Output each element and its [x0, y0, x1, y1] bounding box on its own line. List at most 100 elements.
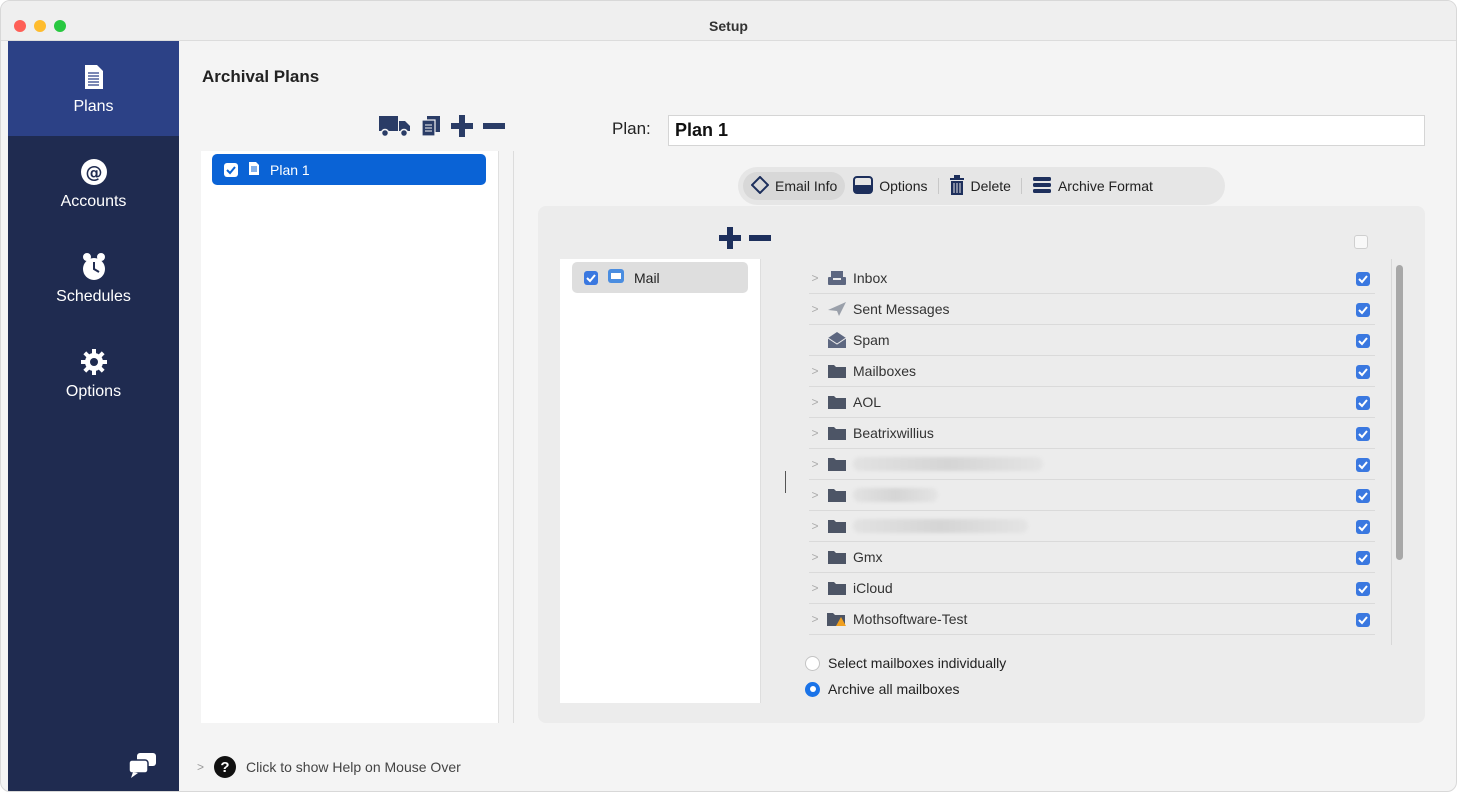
mailbox-checkbox[interactable]: [1356, 520, 1370, 534]
tab-email-info[interactable]: Email Info: [743, 172, 846, 200]
mailbox-row[interactable]: > Mailboxes: [809, 356, 1375, 387]
chevron-right-icon[interactable]: >: [809, 271, 821, 285]
tab-label: Delete: [970, 178, 1011, 194]
tab-separator: [1020, 178, 1022, 194]
mailbox-row[interactable]: > AOL: [809, 387, 1375, 418]
folder-icon: [827, 580, 847, 596]
radio-select-individually[interactable]: Select mailboxes individually: [805, 655, 1006, 671]
alarm-clock-icon: [79, 252, 109, 282]
account-checkbox[interactable]: [584, 270, 598, 285]
add-plan-button[interactable]: [451, 115, 473, 140]
mailbox-checkbox[interactable]: [1356, 396, 1370, 410]
stack-icon: [1032, 176, 1052, 197]
select-all-checkbox[interactable]: [1354, 235, 1368, 249]
split-handle[interactable]: [785, 471, 786, 493]
mailbox-label: Sent Messages: [853, 301, 950, 317]
mailbox-row[interactable]: Spam: [809, 325, 1375, 356]
mailbox-checkbox[interactable]: [1356, 365, 1370, 379]
chevron-right-icon[interactable]: >: [809, 364, 821, 378]
tab-archive-format[interactable]: Archive Format: [1024, 172, 1161, 200]
mailbox-row[interactable]: > Gmx: [809, 542, 1375, 573]
radio-button[interactable]: [805, 655, 820, 671]
trash-icon: [949, 174, 965, 198]
mailbox-checkbox[interactable]: [1356, 582, 1370, 596]
chevron-right-icon[interactable]: >: [809, 395, 821, 409]
sidebar-item-schedules[interactable]: Schedules: [8, 231, 179, 326]
mailbox-checkbox[interactable]: [1356, 427, 1370, 441]
redacted-mailbox-label: [853, 457, 1375, 471]
truck-icon[interactable]: [379, 115, 411, 140]
chevron-right-icon[interactable]: >: [809, 457, 821, 471]
sidebar: Plans @ Accounts Schedules Options: [8, 41, 179, 791]
mailbox-checkbox[interactable]: [1356, 551, 1370, 565]
mailbox-scrollbar[interactable]: [1391, 259, 1407, 645]
chevron-right-icon[interactable]: >: [809, 519, 821, 533]
remove-plan-button[interactable]: [483, 115, 505, 140]
mailbox-row[interactable]: > Sent Messages: [809, 294, 1375, 325]
folder-icon: [827, 425, 847, 441]
feedback-chat-icon[interactable]: [128, 753, 158, 782]
mailbox-row[interactable]: >: [809, 449, 1375, 480]
mailbox-row[interactable]: > Mothsoftware-Test: [809, 604, 1375, 635]
mailbox-checkbox[interactable]: [1356, 613, 1370, 627]
document-icon: [248, 161, 260, 179]
sidebar-item-plans[interactable]: Plans: [8, 41, 179, 136]
account-row[interactable]: Mail: [572, 262, 748, 293]
scrollbar-thumb[interactable]: [1396, 265, 1403, 560]
plan-checkbox[interactable]: [224, 162, 238, 177]
plan-name-field[interactable]: Plan 1: [668, 115, 1425, 146]
mailbox-label: Mailboxes: [853, 363, 917, 379]
plan-row[interactable]: Plan 1: [212, 154, 486, 185]
tab-separator: [937, 178, 939, 194]
sidebar-item-accounts[interactable]: @ Accounts: [8, 136, 179, 231]
plan-name-label: Plan:: [612, 119, 651, 138]
accounts-list: Mail: [560, 259, 761, 703]
chevron-right-icon[interactable]: >: [809, 426, 821, 440]
pane-divider[interactable]: [513, 151, 514, 723]
chevron-right-icon[interactable]: >: [809, 488, 821, 502]
mailbox-row[interactable]: > Beatrixwillius: [809, 418, 1375, 449]
mailbox-row[interactable]: >: [809, 511, 1375, 542]
radio-archive-all[interactable]: Archive all mailboxes: [805, 681, 960, 697]
chevron-right-icon[interactable]: >: [809, 612, 821, 626]
mailbox-label: Beatrixwillius: [853, 425, 934, 441]
chevron-right-icon[interactable]: >: [809, 550, 821, 564]
svg-text:@: @: [85, 163, 102, 183]
tab-delete[interactable]: Delete: [941, 172, 1019, 200]
mailbox-checkbox[interactable]: [1356, 303, 1370, 317]
sidebar-item-label: Plans: [73, 97, 114, 115]
mailbox-row[interactable]: > iCloud: [809, 573, 1375, 604]
mailbox-checkbox[interactable]: [1356, 458, 1370, 472]
page-title: Archival Plans: [202, 67, 320, 86]
drive-icon: [853, 175, 874, 197]
sidebar-item-label: Options: [65, 382, 122, 400]
help-toggle[interactable]: > ? Click to show Help on Mouse Over: [197, 756, 461, 778]
redacted-mailbox-label: [853, 488, 1375, 502]
remove-account-button[interactable]: [749, 227, 771, 252]
mailbox-label: Inbox: [853, 270, 888, 286]
mailbox-checkbox[interactable]: [1356, 272, 1370, 286]
accounts-toolbar: [719, 227, 771, 252]
sidebar-item-label: Accounts: [60, 192, 127, 210]
chevron-right-icon[interactable]: >: [809, 302, 821, 316]
radio-button[interactable]: [805, 681, 820, 697]
chevron-right-icon[interactable]: >: [809, 581, 821, 595]
chevron-right-icon[interactable]: >: [197, 760, 204, 774]
mailbox-row[interactable]: > Inbox: [809, 263, 1375, 294]
folder-icon: [827, 363, 847, 379]
mailbox-checkbox[interactable]: [1356, 489, 1370, 503]
mailbox-checkbox[interactable]: [1356, 334, 1370, 348]
sidebar-item-options[interactable]: Options: [8, 326, 179, 421]
mailbox-row[interactable]: >: [809, 480, 1375, 511]
paper-plane-icon: [827, 301, 847, 317]
mail-app-icon: [608, 269, 624, 286]
add-account-button[interactable]: [719, 227, 741, 252]
mailbox-label: iCloud: [853, 580, 893, 596]
mailbox-list: > Inbox > Sent Messages Spam > Mailboxes…: [809, 263, 1377, 643]
at-sign-icon: @: [79, 157, 109, 187]
plan-tabs: Email Info Options Delete Archive Format: [738, 167, 1225, 205]
mailbox-label: Gmx: [853, 549, 883, 565]
folder-icon: [827, 394, 847, 410]
duplicate-icon[interactable]: [421, 115, 441, 140]
tab-options[interactable]: Options: [845, 172, 935, 200]
